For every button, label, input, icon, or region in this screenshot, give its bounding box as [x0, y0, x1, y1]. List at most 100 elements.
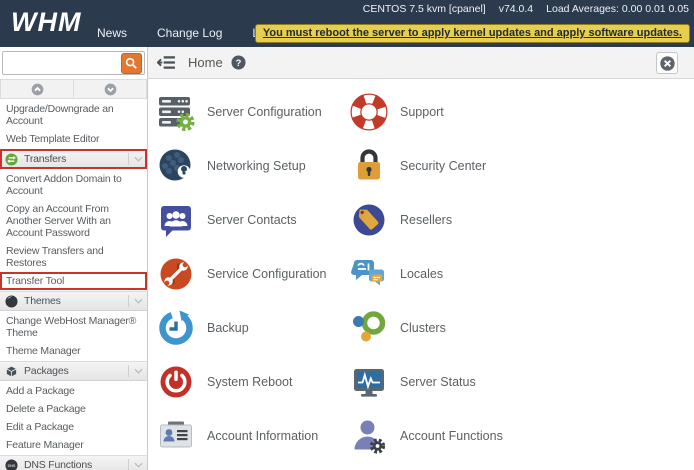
packages-icon — [5, 365, 18, 378]
toolbar-row: Home ? — [0, 47, 694, 79]
main-item[interactable]: Service Configuration — [156, 247, 349, 301]
service-configuration-icon — [156, 254, 196, 294]
server-status-icon — [349, 362, 389, 402]
top-navbar: CENTOS 7.5 kvm [cpanel] v74.0.4 Load Ave… — [0, 0, 694, 47]
main-item-label: Resellers — [400, 213, 453, 227]
sidebar-link-label: Feature Manager — [6, 439, 84, 451]
sidebar-link[interactable]: Copy an Account From Another Server With… — [0, 200, 147, 242]
chevron-down-icon[interactable] — [128, 365, 143, 377]
whm-logo[interactable]: WHM — [11, 9, 81, 36]
sidebar-link[interactable]: Feature Manager — [0, 436, 147, 454]
sidebar-section-header[interactable]: Themes — [0, 291, 147, 311]
svg-text:?: ? — [235, 58, 241, 68]
locales-icon — [349, 254, 389, 294]
close-icon — [659, 55, 676, 72]
main-item[interactable]: Backup — [156, 301, 349, 355]
sidebar-link-label: Review Transfers and Restores — [6, 245, 104, 269]
main-item[interactable]: Account Information — [156, 409, 349, 463]
main-item-label: Support — [400, 105, 444, 119]
sidebar-link[interactable]: Add a Package — [0, 382, 147, 400]
main-item-label: Account Functions — [400, 429, 503, 443]
top-nav-link[interactable]: News — [97, 26, 127, 40]
chevron-down-icon[interactable] — [128, 153, 143, 165]
main-item[interactable]: Clusters — [349, 301, 694, 355]
sidebar-link-label: Theme Manager — [6, 345, 81, 357]
help-icon[interactable]: ? — [231, 55, 246, 70]
sidebar-scroll-controls — [0, 79, 147, 99]
main-item[interactable]: Security Center — [349, 139, 694, 193]
sidebar-link[interactable]: Convert Addon Domain to Account — [0, 170, 147, 200]
main-item[interactable]: Server Contacts — [156, 193, 349, 247]
main-item-label: Backup — [207, 321, 249, 335]
main-item[interactable]: Resellers — [349, 193, 694, 247]
top-nav-link[interactable]: Change Log — [157, 26, 222, 40]
sidebar-link[interactable]: Upgrade/Downgrade an Account — [0, 100, 147, 130]
main-item[interactable]: Networking Setup — [156, 139, 349, 193]
sidebar-section-header[interactable]: Packages — [0, 361, 147, 381]
security-center-icon — [349, 146, 389, 186]
up-arrow-icon — [31, 83, 44, 96]
main-item[interactable]: Server Configuration — [156, 85, 349, 139]
main-grid: Server Configuration Support Networking … — [149, 79, 694, 463]
support-icon — [349, 92, 389, 132]
transfers-icon — [5, 152, 18, 166]
main-item[interactable]: Support — [349, 85, 694, 139]
server-configuration-icon — [156, 92, 196, 132]
sidebar-section-label: DNS Functions — [24, 459, 93, 470]
main-item[interactable]: System Reboot — [156, 355, 349, 409]
collapse-sidebar-icon[interactable] — [157, 55, 176, 70]
sidebar-link-label: Change WebHost Manager® Theme — [6, 315, 137, 339]
scroll-down-button[interactable] — [74, 79, 147, 99]
sidebar-section-label: Packages — [24, 365, 69, 377]
account-functions-icon — [349, 416, 389, 456]
main-item-label: Server Status — [400, 375, 476, 389]
sidebar-link-label: Add a Package — [6, 385, 75, 397]
breadcrumb-bar: Home ? — [148, 47, 694, 79]
main-item-label: Service Configuration — [207, 267, 327, 281]
breadcrumb-home[interactable]: Home — [188, 55, 223, 70]
sidebar-link[interactable]: Edit a Package — [0, 418, 147, 436]
themes-icon — [5, 294, 18, 308]
main-content: Server Configuration Support Networking … — [149, 79, 694, 470]
sidebar-link[interactable]: Theme Manager — [0, 342, 147, 360]
main-item-label: Server Contacts — [207, 213, 297, 227]
sidebar-section-header[interactable]: DNS DNS Functions — [0, 455, 147, 470]
system-reboot-icon — [156, 362, 196, 402]
sidebar-link-label: Web Template Editor — [6, 133, 100, 145]
sidebar-link-label: Convert Addon Domain to Account — [6, 173, 122, 197]
chevron-down-icon[interactable] — [128, 295, 143, 307]
down-arrow-icon — [104, 83, 117, 96]
scroll-up-button[interactable] — [0, 79, 74, 99]
main-item[interactable]: Account Functions — [349, 409, 694, 463]
svg-text:DNS: DNS — [8, 463, 16, 467]
system-version: v74.0.4 — [498, 3, 534, 15]
sidebar-link-label: Transfer Tool — [6, 275, 65, 287]
sidebar-link[interactable]: Delete a Package — [0, 400, 147, 418]
sidebar-section-label: Transfers — [24, 153, 67, 165]
system-info: CENTOS 7.5 kvm [cpanel] v74.0.4 Load Ave… — [363, 3, 689, 15]
main-item[interactable]: Server Status — [349, 355, 694, 409]
sidebar-link[interactable]: Change WebHost Manager® Theme — [0, 312, 147, 342]
chevron-down-icon[interactable] — [128, 459, 143, 470]
main-item-label: Account Information — [207, 429, 319, 443]
networking-setup-icon — [156, 146, 196, 186]
sidebar-link[interactable]: Transfer Tool — [0, 272, 147, 290]
sidebar-section-label: Themes — [24, 295, 61, 307]
clusters-icon — [349, 308, 389, 348]
sidebar-link-label: Edit a Package — [6, 421, 74, 433]
main-item[interactable]: Locales — [349, 247, 694, 301]
reboot-warning-link[interactable]: You must reboot the server to apply kern… — [254, 24, 690, 43]
sidebar-nav: Upgrade/Downgrade an Account Web Template… — [0, 99, 147, 470]
sidebar-link-label: Copy an Account From Another Server With… — [6, 203, 111, 239]
system-load-averages: Load Averages: 0.00 0.01 0.05 — [546, 3, 689, 15]
main-item-label: Locales — [400, 267, 444, 281]
main-item-label: Clusters — [400, 321, 446, 335]
sidebar-link[interactable]: Review Transfers and Restores — [0, 242, 147, 272]
close-button[interactable] — [656, 52, 678, 74]
sidebar: Upgrade/Downgrade an Account Web Template… — [0, 79, 148, 470]
main-item-label: Security Center — [400, 159, 487, 173]
system-os: CENTOS 7.5 kvm [cpanel] — [362, 3, 486, 15]
search-button[interactable] — [121, 53, 142, 74]
sidebar-link[interactable]: Web Template Editor — [0, 130, 147, 148]
sidebar-section-header[interactable]: Transfers — [0, 149, 147, 169]
